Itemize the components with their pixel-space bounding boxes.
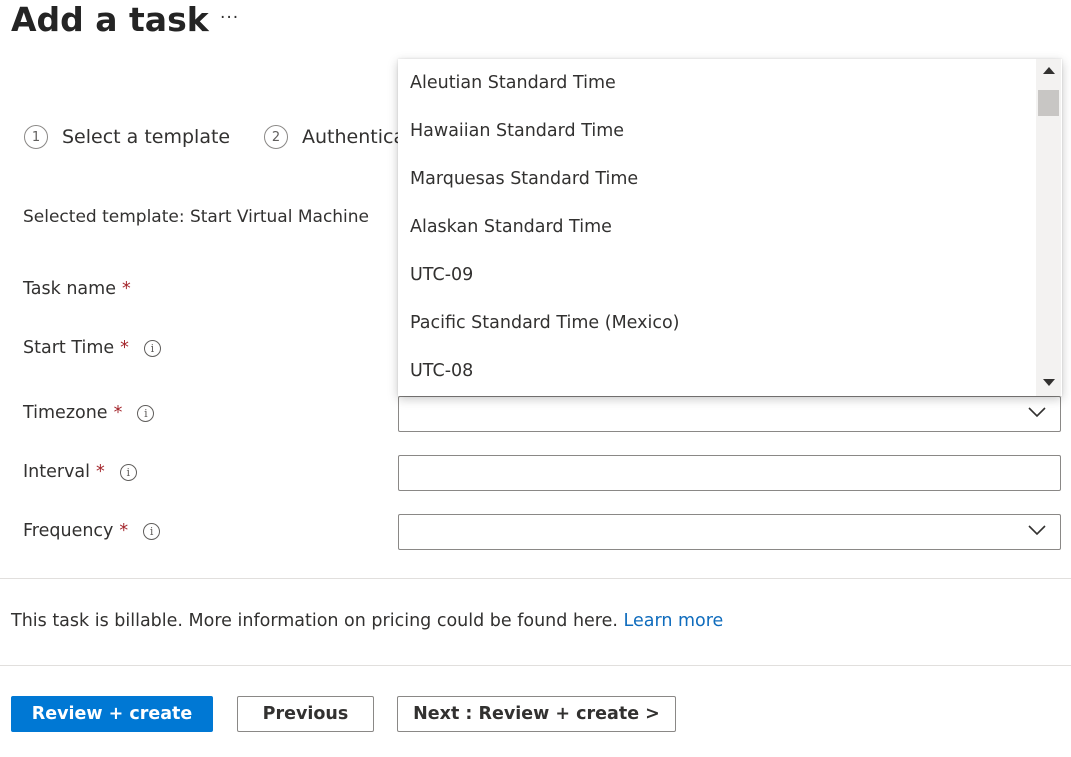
learn-more-link[interactable]: Learn more bbox=[624, 611, 724, 631]
required-marker: * bbox=[96, 462, 105, 482]
timezone-option[interactable]: Hawaiian Standard Time bbox=[410, 121, 624, 141]
step-number-icon: 1 bbox=[24, 125, 48, 149]
timezone-option[interactable]: Alaskan Standard Time bbox=[410, 217, 612, 237]
start-time-label: Start Time * i bbox=[23, 338, 161, 358]
timezone-option[interactable]: UTC-09 bbox=[410, 265, 473, 285]
required-marker: * bbox=[120, 338, 129, 358]
required-marker: * bbox=[119, 521, 129, 541]
field-label-text: Task name bbox=[23, 279, 116, 299]
divider bbox=[0, 578, 1071, 579]
previous-button[interactable]: Previous bbox=[237, 696, 374, 732]
field-label-text: Timezone bbox=[23, 403, 108, 423]
field-label-text: Start Time bbox=[23, 338, 115, 358]
step-label: Authentica bbox=[302, 126, 406, 148]
required-marker: * bbox=[121, 279, 131, 299]
interval-input[interactable] bbox=[398, 455, 1061, 491]
timezone-label: Timezone * i bbox=[23, 403, 155, 423]
next-review-create-button[interactable]: Next : Review + create > bbox=[397, 696, 676, 732]
chevron-down-icon bbox=[1028, 525, 1046, 536]
scroll-thumb[interactable] bbox=[1038, 90, 1059, 116]
page-title: Add a task bbox=[11, 0, 209, 39]
more-icon[interactable]: ··· bbox=[220, 8, 239, 28]
timezone-option[interactable]: Aleutian Standard Time bbox=[410, 73, 616, 93]
scroll-down-icon[interactable] bbox=[1043, 379, 1055, 386]
timezone-select[interactable] bbox=[398, 396, 1061, 432]
selected-template-text: Selected template: Start Virtual Machine bbox=[23, 207, 370, 227]
timezone-option[interactable]: UTC-08 bbox=[410, 361, 473, 381]
field-label-text: Frequency bbox=[23, 521, 114, 541]
info-icon[interactable]: i bbox=[143, 339, 161, 357]
interval-label: Interval * i bbox=[23, 462, 137, 482]
required-marker: * bbox=[113, 403, 123, 423]
billing-text: This task is billable. More information … bbox=[11, 611, 618, 631]
info-icon[interactable]: i bbox=[137, 404, 155, 422]
divider bbox=[0, 665, 1071, 666]
step-select-template[interactable]: 1 Select a template bbox=[24, 125, 230, 149]
billing-notice: This task is billable. More information … bbox=[11, 611, 723, 631]
timezone-option[interactable]: Marquesas Standard Time bbox=[410, 169, 638, 189]
info-icon[interactable]: i bbox=[119, 463, 137, 481]
timezone-dropdown-list[interactable]: Aleutian Standard Time Hawaiian Standard… bbox=[398, 59, 1062, 396]
step-authentication[interactable]: 2 Authentica bbox=[264, 125, 405, 149]
field-label-text: Interval bbox=[23, 462, 91, 482]
scroll-up-icon[interactable] bbox=[1043, 67, 1055, 74]
review-create-button[interactable]: Review + create bbox=[11, 696, 213, 732]
frequency-label: Frequency * i bbox=[23, 521, 161, 541]
task-name-label: Task name * bbox=[23, 279, 131, 299]
timezone-option[interactable]: Pacific Standard Time (Mexico) bbox=[410, 313, 680, 333]
frequency-select[interactable] bbox=[398, 514, 1061, 550]
step-number-icon: 2 bbox=[264, 125, 288, 149]
info-icon[interactable]: i bbox=[143, 522, 161, 540]
step-label: Select a template bbox=[62, 126, 231, 148]
chevron-down-icon bbox=[1028, 407, 1046, 418]
dropdown-scrollbar[interactable] bbox=[1036, 59, 1061, 396]
